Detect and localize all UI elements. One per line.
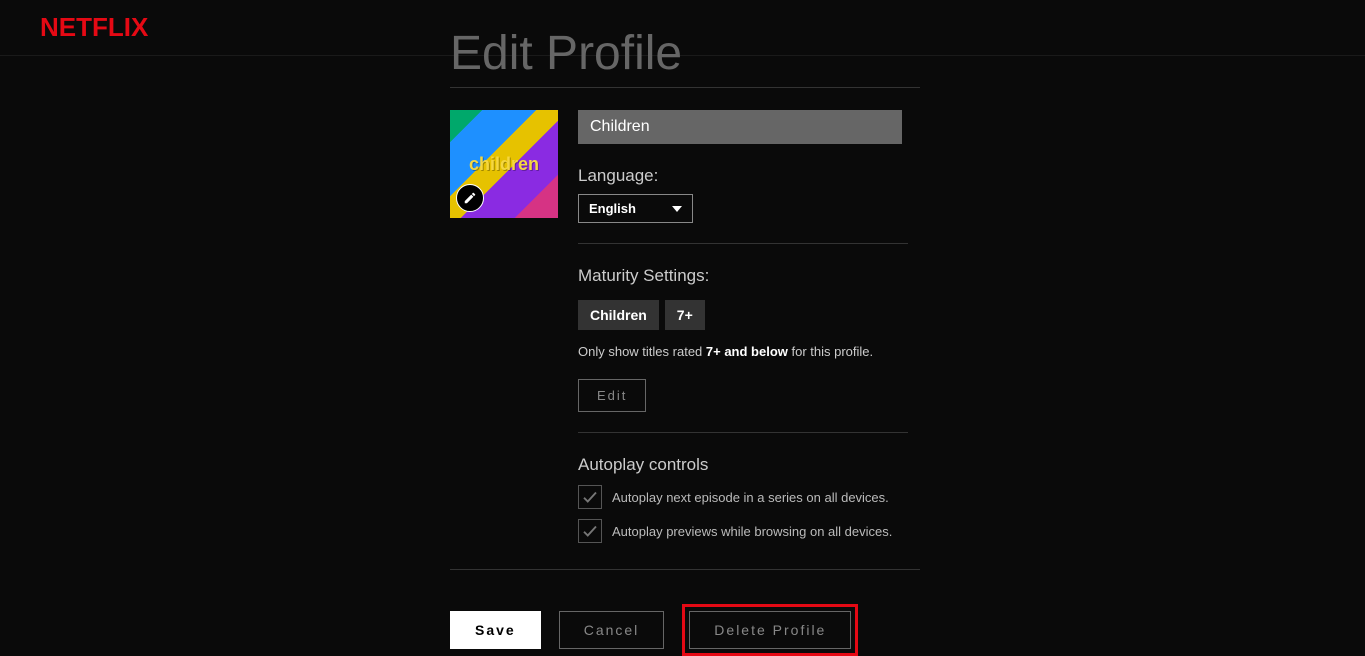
autoplay-previews-label: Autoplay previews while browsing on all … <box>612 524 892 539</box>
profile-avatar[interactable]: children <box>450 110 558 218</box>
divider <box>578 432 908 433</box>
maturity-label: Maturity Settings: <box>578 266 920 286</box>
autoplay-previews-checkbox[interactable] <box>578 519 602 543</box>
delete-highlight-box: Delete Profile <box>682 604 858 656</box>
language-label: Language: <box>578 166 920 186</box>
autoplay-next-row: Autoplay next episode in a series on all… <box>578 485 920 509</box>
autoplay-next-label: Autoplay next episode in a series on all… <box>612 490 889 505</box>
maturity-badge: 7+ <box>665 300 705 330</box>
netflix-logo[interactable]: NETFLIX <box>40 12 148 43</box>
delete-profile-button[interactable]: Delete Profile <box>689 611 851 649</box>
profile-fields: Language: English Maturity Settings: Chi… <box>578 110 920 543</box>
page-title: Edit Profile <box>450 26 920 81</box>
maturity-badges: Children 7+ <box>578 300 920 330</box>
cancel-button[interactable]: Cancel <box>559 611 665 649</box>
save-button[interactable]: Save <box>450 611 541 649</box>
autoplay-next-checkbox[interactable] <box>578 485 602 509</box>
divider <box>578 243 908 244</box>
autoplay-previews-row: Autoplay previews while browsing on all … <box>578 519 920 543</box>
profile-row: children Language: English Maturity Sett… <box>450 88 920 543</box>
language-selected: English <box>589 201 636 216</box>
pencil-icon <box>463 191 477 205</box>
maturity-description: Only show titles rated 7+ and below for … <box>578 344 920 359</box>
chevron-down-icon <box>672 206 682 212</box>
maturity-badge: Children <box>578 300 659 330</box>
avatar-label: children <box>469 154 539 175</box>
language-select[interactable]: English <box>578 194 693 223</box>
avatar-edit-button[interactable] <box>456 184 484 212</box>
divider <box>450 569 920 570</box>
main-content: Edit Profile children Language: English … <box>450 26 920 656</box>
check-icon <box>581 488 599 506</box>
footer-buttons: Save Cancel Delete Profile <box>450 604 920 656</box>
maturity-edit-button[interactable]: Edit <box>578 379 646 412</box>
check-icon <box>581 522 599 540</box>
autoplay-label: Autoplay controls <box>578 455 920 475</box>
profile-name-input[interactable] <box>578 110 902 144</box>
